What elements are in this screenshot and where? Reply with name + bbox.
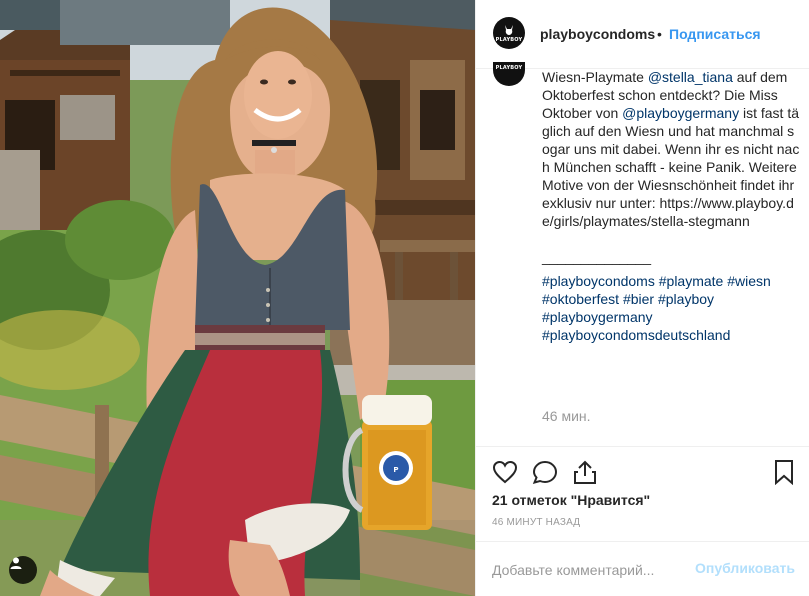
hashtag-link[interactable]: #playmate	[659, 273, 724, 289]
follow-button[interactable]: Подписаться	[669, 26, 761, 42]
comment-input[interactable]	[492, 560, 682, 580]
caption-line: Wiesn-Playmate	[542, 69, 648, 85]
post-timestamp[interactable]: 46 МИНУТ НАЗАД	[492, 517, 580, 528]
hashtag-link[interactable]: #wiesn	[727, 273, 771, 289]
share-button[interactable]	[573, 459, 597, 490]
caption-timestamp: 46 мин.	[542, 408, 591, 424]
post-photo[interactable]: P	[0, 0, 475, 596]
hashtag-link[interactable]: #playboygermany	[542, 309, 653, 325]
hashtag-link[interactable]: #playboycondoms	[542, 273, 655, 289]
caption-separator: ______________	[542, 248, 800, 266]
post-header: PLAYBOY playboycondoms • Подписаться	[476, 0, 809, 69]
caption-text: Wiesn-Playmate @stella_tiana auf dem Okt…	[542, 68, 800, 344]
mention-link-playboygermany[interactable]: @playboygermany	[622, 105, 739, 121]
like-count[interactable]: 21 отметок "Нравится"	[492, 492, 650, 508]
hashtag-link[interactable]: #bier	[623, 291, 654, 307]
like-button[interactable]	[492, 460, 518, 489]
photo-illustration: P	[0, 0, 475, 596]
caption-avatar-logo-text: PLAYBOY	[495, 65, 523, 71]
separator-line: ______________	[542, 249, 652, 265]
svg-text:P: P	[393, 466, 398, 474]
hashtag-link[interactable]: #playboycondomsdeutschland	[542, 327, 730, 343]
hashtag-link[interactable]: #oktoberfest	[542, 291, 619, 307]
mention-link-stella[interactable]: @stella_tiana	[648, 69, 733, 85]
avatar[interactable]: PLAYBOY	[493, 17, 525, 49]
caption-line: ist fast täglich auf den Wiesn und hat m…	[542, 105, 800, 229]
comment-form: Опубликовать	[476, 541, 809, 596]
avatar-logo-text: PLAYBOY	[495, 37, 523, 43]
hashtag-link[interactable]: #playboy	[658, 291, 714, 307]
caption-avatar[interactable]: PLAYBOY	[493, 62, 525, 86]
comment-button[interactable]	[532, 460, 558, 489]
username-link[interactable]: playboycondoms	[540, 26, 655, 42]
heart-icon	[492, 460, 518, 484]
separator-dot: •	[657, 26, 662, 42]
save-button[interactable]	[774, 459, 794, 490]
post-actions: 21 отметок "Нравится" 46 МИНУТ НАЗАД	[476, 446, 809, 556]
comment-icon	[532, 460, 558, 484]
user-tag-icon	[10, 557, 22, 569]
bookmark-icon	[775, 460, 793, 486]
user-tag-button[interactable]	[9, 556, 37, 584]
post-details-panel: PLAYBOY playboycondoms • Подписаться PLA…	[475, 0, 809, 596]
share-icon	[574, 460, 596, 484]
bunny-logo-icon	[505, 25, 513, 35]
post-comment-button[interactable]: Опубликовать	[695, 560, 795, 576]
hashtag-list: #playboycondoms #playmate #wiesn #oktobe…	[542, 272, 800, 344]
